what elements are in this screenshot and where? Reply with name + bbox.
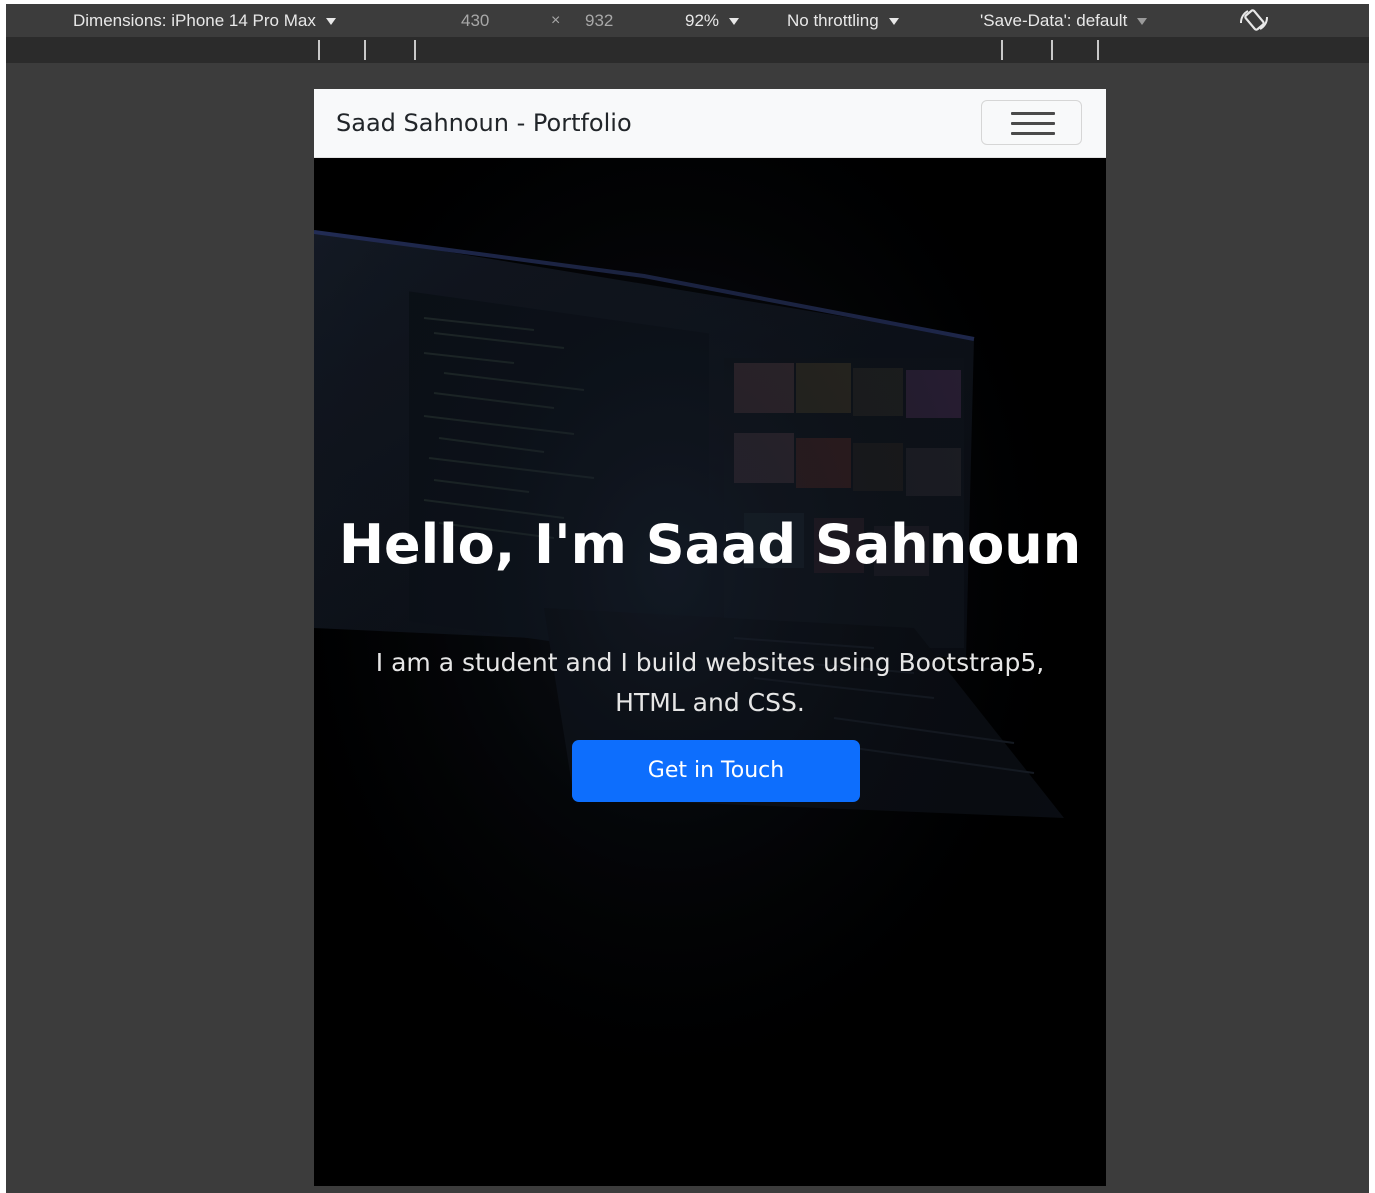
chevron-down-icon bbox=[325, 17, 336, 25]
ruler-tick bbox=[1051, 40, 1053, 60]
device-height-input[interactable]: 932 bbox=[585, 9, 613, 33]
hero-section: Hello, I'm Saad Sahnoun I am a student a… bbox=[314, 158, 1106, 1186]
device-width-input[interactable]: 430 bbox=[461, 9, 489, 33]
device-dimensions-dropdown[interactable]: Dimensions: iPhone 14 Pro Max bbox=[73, 9, 336, 33]
zoom-dropdown[interactable]: 92% bbox=[685, 9, 740, 33]
dimensions-times-symbol: × bbox=[551, 12, 561, 29]
ruler-tick bbox=[318, 40, 320, 60]
devtools-device-emulation: Dimensions: iPhone 14 Pro Max 430 × 932 … bbox=[6, 4, 1369, 1193]
navbar-brand[interactable]: Saad Sahnoun - Portfolio bbox=[336, 107, 632, 139]
device-viewport: Saad Sahnoun - Portfolio Hello, I'm Saad… bbox=[314, 89, 1106, 1186]
throttling-label: No throttling bbox=[787, 11, 879, 30]
hero-heading: Hello, I'm Saad Sahnoun bbox=[338, 513, 1082, 577]
navbar: Saad Sahnoun - Portfolio bbox=[314, 89, 1106, 158]
throttling-dropdown[interactable]: No throttling bbox=[787, 9, 899, 33]
rotate-device-button[interactable] bbox=[1236, 8, 1272, 34]
chevron-down-icon bbox=[729, 17, 740, 25]
chevron-down-icon bbox=[888, 17, 899, 25]
device-toolbar: Dimensions: iPhone 14 Pro Max 430 × 932 … bbox=[6, 4, 1369, 37]
rotate-icon bbox=[1240, 9, 1268, 31]
save-data-dropdown[interactable]: 'Save-Data': default bbox=[980, 9, 1148, 33]
ruler-tick bbox=[364, 40, 366, 60]
hero-lead-text: I am a student and I build websites usin… bbox=[375, 648, 1045, 717]
device-dimensions-label: Dimensions: iPhone 14 Pro Max bbox=[73, 11, 316, 30]
media-query-ruler[interactable] bbox=[6, 37, 1369, 63]
ruler-tick bbox=[414, 40, 416, 60]
save-data-label: 'Save-Data': default bbox=[980, 11, 1128, 30]
chevron-down-icon bbox=[1137, 17, 1148, 25]
zoom-label: 92% bbox=[685, 11, 720, 30]
ruler-tick bbox=[1001, 40, 1003, 60]
ruler-tick bbox=[1097, 40, 1099, 60]
navbar-toggler-button[interactable] bbox=[981, 100, 1082, 145]
get-in-touch-button[interactable]: Get in Touch bbox=[572, 740, 860, 802]
